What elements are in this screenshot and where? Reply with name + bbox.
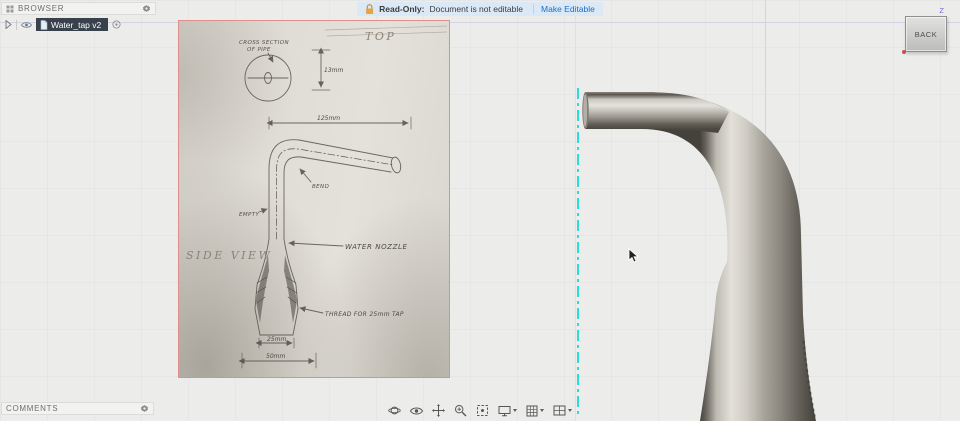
sketch-water-nozzle-label: WATER NOZZLE [345, 243, 408, 251]
make-editable-button[interactable]: Make Editable [533, 4, 595, 14]
browser-panel-title: BROWSER [18, 4, 65, 13]
browser-item-document[interactable]: Water_tap v2 [36, 18, 109, 31]
sketch-bend-label: BEND [312, 184, 329, 190]
sketch-top-view-label: TOP [365, 30, 396, 43]
mouse-cursor [628, 248, 640, 263]
display-settings-icon [498, 405, 511, 416]
separator [16, 19, 17, 30]
tap-body[interactable] [585, 92, 816, 421]
fusion-window: { "browser_panel": { "title": "BROWSER",… [0, 0, 960, 421]
sketch-cross-section-note-1: CROSS SECTION [239, 40, 289, 46]
viewports-button[interactable] [553, 405, 572, 416]
readonly-message: Document is not editable [429, 4, 524, 14]
pencil-drawing [238, 47, 412, 369]
grid-snaps-button[interactable] [526, 405, 544, 417]
document-icon [40, 19, 48, 30]
viewcube-axis-z-label: Z [939, 6, 944, 15]
sketch-dim-50mm: 50mm [266, 353, 285, 360]
sketch-dim-25mm: 25mm [267, 336, 286, 343]
readonly-banner: Read-Only: Document is not editable Make… [357, 2, 603, 16]
viewports-icon [553, 405, 566, 416]
viewcube-axis-x-dot [902, 50, 906, 54]
tap-spout-horizontal[interactable] [585, 92, 729, 133]
expand-arrow-icon[interactable] [5, 20, 12, 29]
tap-end-cap-face [583, 94, 588, 127]
grid-snaps-icon [526, 405, 538, 416]
document-name-label: Water_tap v2 [51, 19, 102, 30]
orbit-icon [388, 406, 401, 415]
navigation-toolbar [388, 404, 572, 417]
readonly-label: Read-Only: [379, 4, 425, 14]
pan-button[interactable] [432, 404, 445, 417]
sketch-dim-125mm: 125mm [317, 115, 340, 122]
visibility-eye-icon[interactable] [21, 21, 32, 29]
sketch-cross-section-note-2: OF PIPE [247, 47, 271, 53]
pan-icon [432, 404, 445, 417]
canvas-sketch-image[interactable]: TOP CROSS SECTION OF PIPE 13mm 125mm BEN… [178, 20, 450, 378]
radio-dot-icon[interactable] [112, 20, 121, 29]
look-at-icon [410, 407, 423, 414]
grid-line-horizontal [0, 22, 960, 23]
fit-button[interactable] [476, 404, 489, 417]
zoom-icon [454, 404, 467, 417]
browser-tree-row: Water_tap v2 [5, 17, 121, 32]
display-settings-button[interactable] [498, 405, 517, 417]
sketch-drawing: TOP CROSS SECTION OF PIPE 13mm 125mm BEN… [186, 25, 448, 369]
look-at-button[interactable] [410, 406, 423, 416]
viewcube-back-face[interactable]: BACK [905, 16, 947, 52]
viewcube[interactable]: Z BACK [902, 6, 947, 54]
comments-panel-title: COMMENTS [6, 404, 59, 413]
panel-grid-icon [6, 5, 14, 12]
comments-panel-header[interactable]: COMMENTS [1, 402, 154, 415]
chevron-down-icon [568, 409, 572, 412]
browser-panel-header[interactable]: BROWSER [1, 2, 156, 15]
gear-icon[interactable] [140, 404, 149, 413]
sketch-empty-label: EMPTY [239, 212, 259, 218]
sketch-side-view-label: SIDE VIEW [186, 249, 272, 262]
lock-icon [366, 3, 374, 14]
chevron-down-icon [540, 409, 544, 412]
gear-icon[interactable] [142, 4, 151, 13]
model-water-tap[interactable] [560, 85, 830, 421]
zoom-button[interactable] [454, 404, 467, 417]
fit-icon [477, 405, 488, 416]
orbit-button[interactable] [388, 404, 401, 417]
chevron-down-icon [513, 409, 517, 412]
sketch-thread-note: THREAD FOR 25mm TAP [325, 311, 404, 318]
sketch-dim-13mm: 13mm [324, 67, 343, 74]
